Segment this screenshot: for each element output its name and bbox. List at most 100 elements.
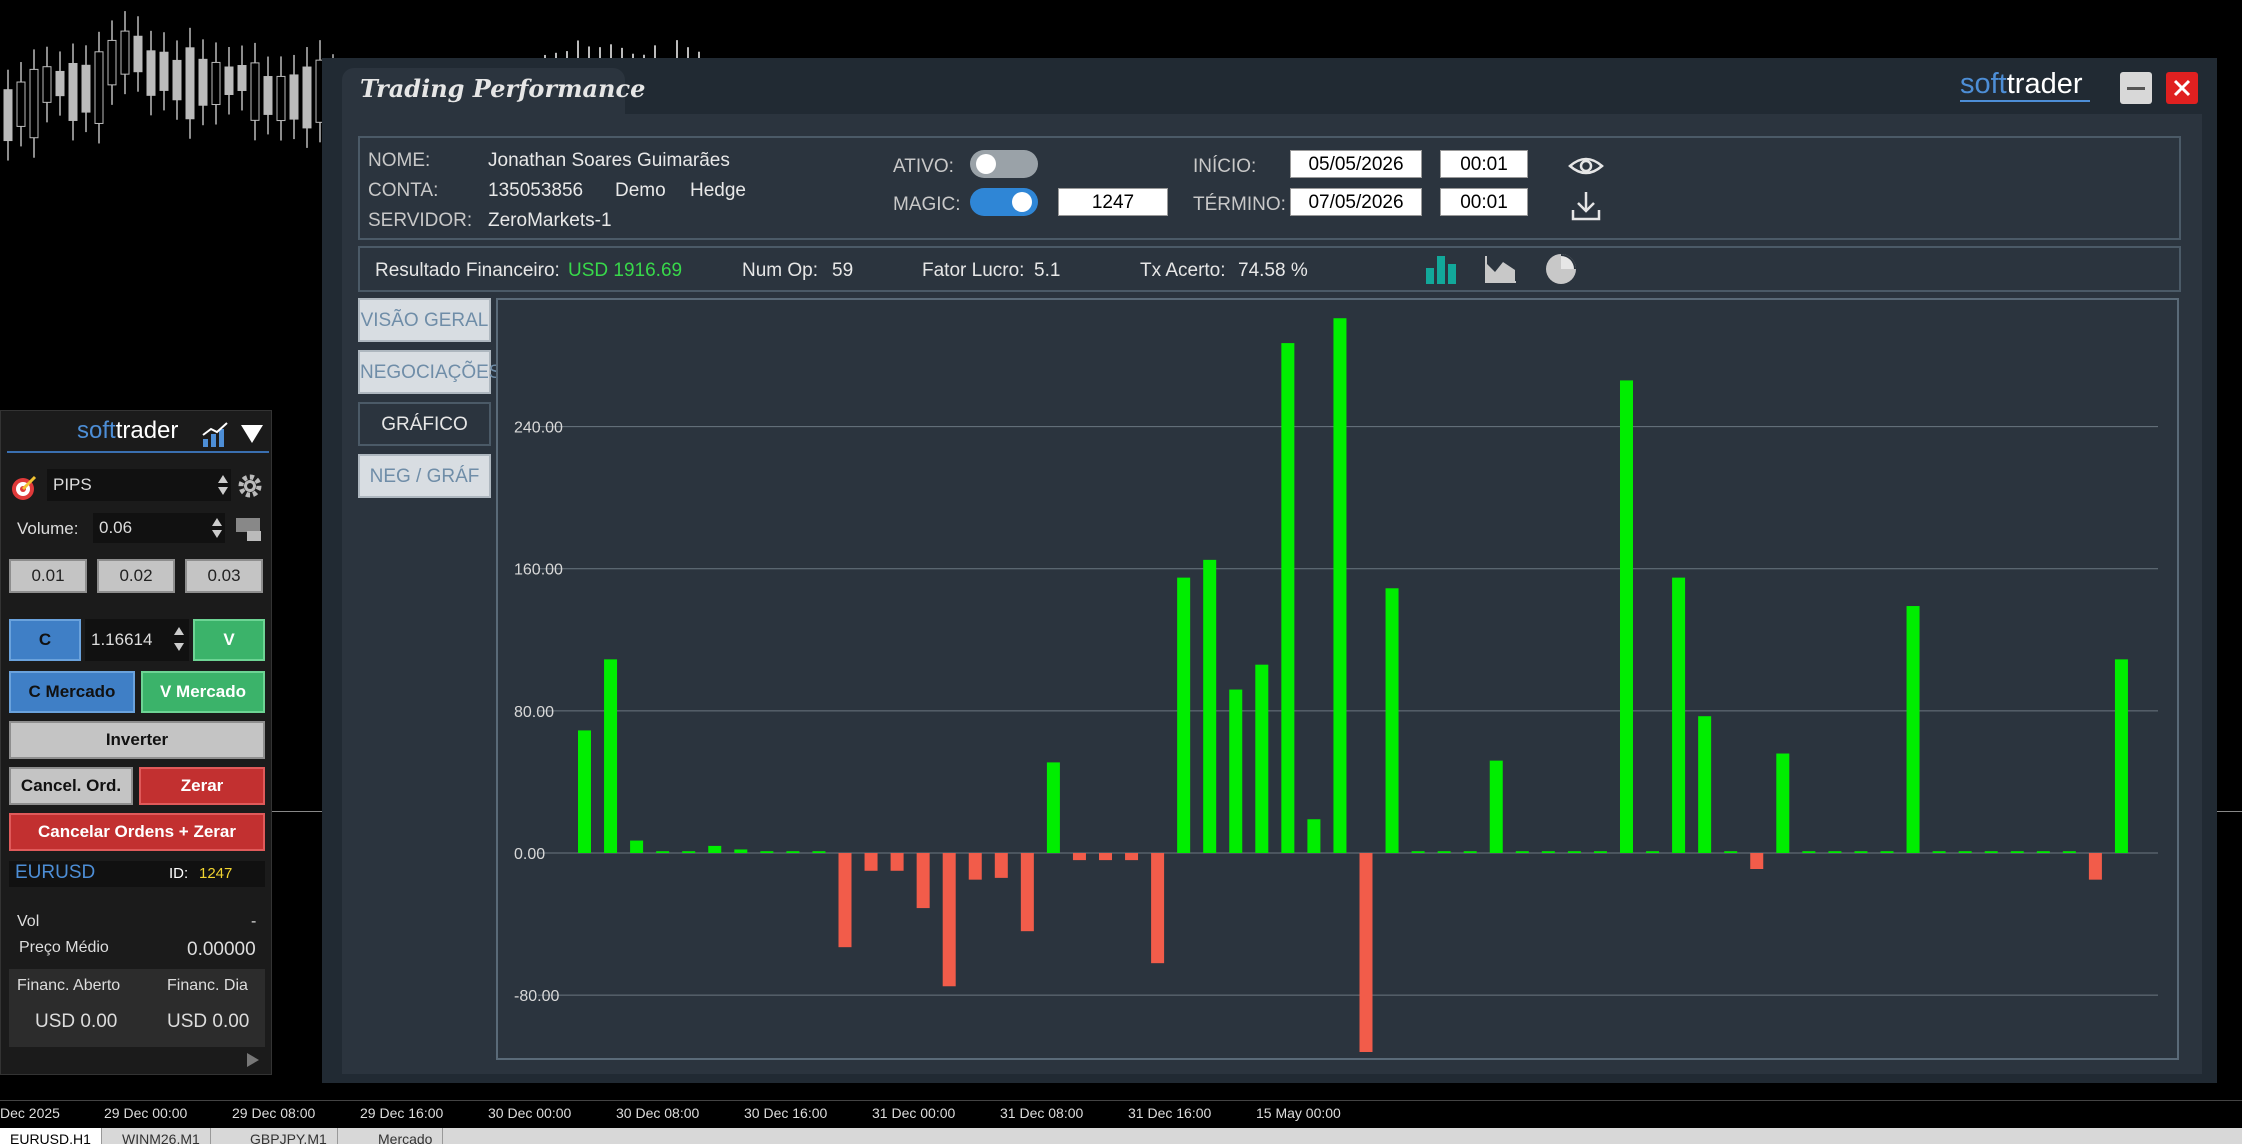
server-value: ZeroMarkets-1 [488,210,612,231]
profit-bar [1646,851,1660,854]
profit-bar [838,853,852,948]
profit-bar [656,851,670,854]
magic-label: MAGIC: [893,194,961,215]
profit-factor-value: 5.1 [1034,260,1061,281]
quick-volume-2[interactable]: 0.02 [97,559,175,593]
time-axis-label: 30 Dec 16:00 [744,1105,828,1121]
chart-tab[interactable]: Mercado [368,1128,444,1144]
profit-bar [1099,853,1112,861]
mode-select[interactable]: PIPS [47,469,231,501]
candle-body [120,30,130,75]
time-axis-label: Dec 2025 [0,1105,60,1121]
profit-bar [1072,853,1086,861]
start-time-input[interactable]: 00:01 [1440,150,1528,178]
eye-icon[interactable] [1568,152,1604,180]
chart-tab[interactable]: EURUSD,H1 [0,1128,102,1144]
profit-bar [1750,853,1764,869]
magic-number-input[interactable]: 1247 [1058,188,1168,216]
profit-bar [1125,853,1139,861]
chart-tab[interactable]: WINM26,M1 [112,1128,211,1144]
end-time-input[interactable]: 00:01 [1440,188,1528,216]
profit-bar [1567,851,1581,854]
tab-trades-chart[interactable]: NEG / GRÁF [358,454,491,498]
collapse-triangle-icon[interactable] [239,423,265,445]
profit-bar [1307,819,1321,854]
minimize-button[interactable] [2120,72,2152,104]
end-date-input[interactable]: 07/05/2026 [1290,188,1422,216]
bar-chart-icon[interactable] [1424,252,1458,286]
panel-brand: softtrader [77,417,179,444]
name-value: Jonathan Soares Guimarães [488,150,730,171]
name-label: NOME: [368,150,431,171]
profit-bar [1620,380,1633,854]
profit-bar [1984,851,1998,854]
pie-chart-icon[interactable] [1544,252,1578,286]
profit-bar [578,730,591,854]
candle-body [94,51,104,124]
buy-limit-button[interactable]: C [9,619,81,661]
gear-icon[interactable] [235,471,265,501]
candle-body [289,74,299,120]
chart-tab[interactable]: GBPJPY,M1 [240,1128,338,1144]
time-axis-label: 30 Dec 00:00 [488,1105,572,1121]
candle-body [159,51,169,91]
end-label: TÉRMINO: [1193,194,1286,215]
profit-bar [1333,318,1347,854]
tab-overview[interactable]: VISÃO GERAL [358,298,491,342]
time-axis-label: 29 Dec 00:00 [104,1105,188,1121]
zero-button[interactable]: Zerar [139,767,265,805]
candle-body [250,62,260,121]
sell-limit-button[interactable]: V [193,619,265,661]
profit-bar [1515,851,1529,854]
profit-bar [1020,853,1034,932]
profit-bar [1489,760,1503,854]
profit-bar [2088,853,2102,880]
cancel-orders-button[interactable]: Cancel. Ord. [9,767,133,805]
profit-bar [1776,753,1790,854]
candle-body [185,47,195,120]
tab-chart[interactable]: GRÁFICO [358,402,491,446]
profit-bar [968,853,982,880]
candle-body [42,66,52,103]
profit-factor-label: Fator Lucro: [922,260,1025,281]
quick-volume-3[interactable]: 0.03 [185,559,263,593]
candle-body [55,70,65,97]
quick-volume-1[interactable]: 0.01 [9,559,87,593]
profit-bar [1411,851,1425,854]
market-sell-button[interactable]: V Mercado [141,671,265,713]
profit-bar [682,851,696,854]
market-buy-button[interactable]: C Mercado [9,671,135,713]
profit-bar [708,845,722,854]
avg-price-value: 0.00000 [187,939,256,960]
volume-input[interactable]: 0.06 [93,513,225,543]
download-icon[interactable] [1570,190,1602,222]
tab-trades[interactable]: NEGOCIAÇÕES [358,350,501,394]
area-chart-icon[interactable] [1484,254,1518,284]
start-date-input[interactable]: 05/05/2026 [1290,150,1422,178]
candle-body [3,89,13,142]
invert-button[interactable]: Inverter [9,721,265,759]
profit-bar [1541,851,1555,854]
volume-settings-icon[interactable] [235,515,263,543]
day-fin-value: USD 0.00 [167,1011,250,1032]
profit-bar [1255,664,1269,854]
vol-value: - [251,913,257,930]
profit-bar [1854,851,1868,854]
active-label: ATIVO: [893,156,954,177]
cancel-and-zero-button[interactable]: Cancelar Ordens + Zerar [9,813,265,851]
active-toggle[interactable] [970,150,1038,178]
volume-spinner-icon[interactable] [211,515,223,541]
close-button[interactable] [2166,72,2198,104]
chart-stats-icon[interactable] [201,421,231,449]
mode-spinner-icon[interactable] [217,471,229,499]
expand-arrow-icon[interactable] [245,1051,261,1069]
id-value: 1247 [199,865,233,882]
profit-bar [1385,588,1399,854]
profit-bar [1672,577,1686,854]
price-spinner-icon[interactable] [173,621,185,659]
magic-toggle[interactable] [970,188,1038,216]
profit-bar [1151,853,1165,964]
open-fin-label: Financ. Aberto [17,977,121,994]
profit-bar [1463,851,1477,854]
candle-body [211,61,221,106]
